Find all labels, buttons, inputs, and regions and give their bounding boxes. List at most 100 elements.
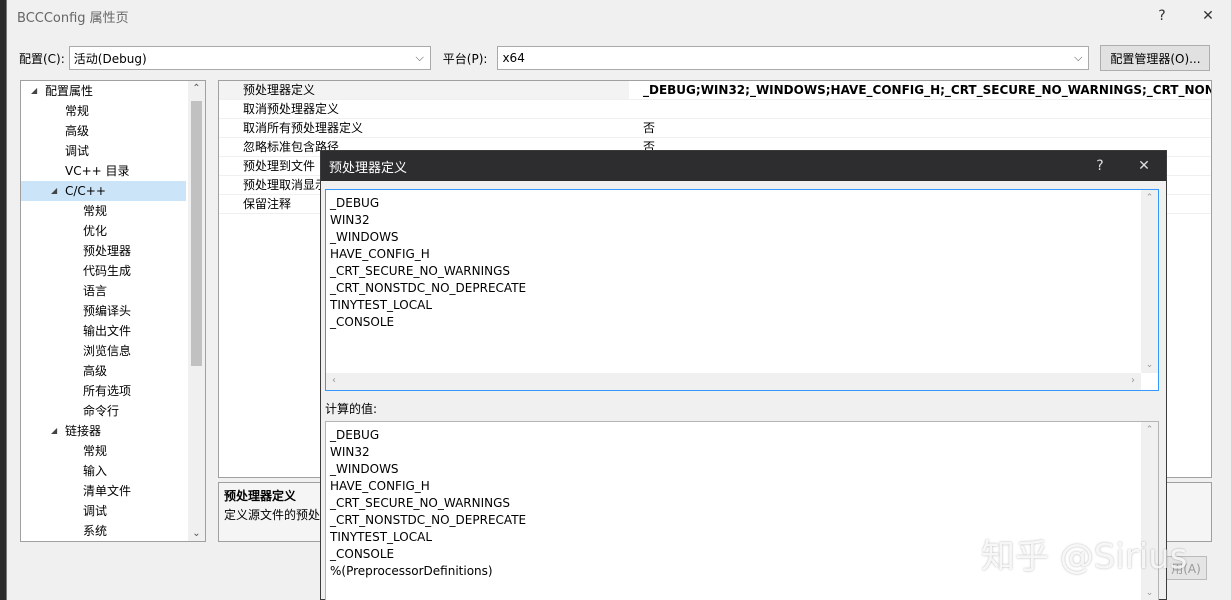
- preprocessor-dialog: 预处理器定义 ? ✕ _DEBUG WIN32 _WINDOWS HAVE_CONFI…: [320, 150, 1188, 600]
- scroll-right-icon[interactable]: ›: [1131, 375, 1135, 386]
- definition-line: WIN32: [330, 445, 370, 459]
- chevron-down-icon: ⌵: [415, 51, 424, 64]
- config-select[interactable]: 活动(Debug) ⌵: [68, 46, 431, 70]
- tree-item[interactable]: 所有选项: [21, 381, 205, 401]
- tree-item[interactable]: 调试: [21, 141, 205, 161]
- grid-row[interactable]: 取消预处理器定义: [219, 100, 1211, 119]
- tree-item[interactable]: ◢ C/C++: [21, 181, 186, 201]
- chevron-down-icon: ⌵: [1074, 51, 1083, 64]
- close-icon[interactable]: ✕: [1185, 8, 1231, 24]
- definition-line: _WINDOWS: [330, 230, 399, 244]
- tree-item-label: 常规: [83, 204, 108, 218]
- dialog-title: 预处理器定义: [329, 160, 408, 176]
- close-icon[interactable]: ✕: [1122, 158, 1166, 174]
- tree-item-label: 输出文件: [83, 324, 132, 338]
- grid-row-value: _DEBUG;WIN32;_WINDOWS;HAVE_CONFIG_H;_CRT…: [643, 83, 1211, 97]
- definition-line: _CRT_NONSTDC_NO_DEPRECATE: [330, 281, 527, 295]
- definition-line: WIN32: [330, 213, 370, 227]
- scroll-down-icon[interactable]: ⌄: [1141, 360, 1158, 370]
- scroll-down-icon[interactable]: ⌄: [188, 528, 205, 539]
- calculated-values-label: 计算的值:: [325, 402, 378, 416]
- tree-item[interactable]: 代码生成: [21, 261, 205, 281]
- scroll-up-icon[interactable]: ⌃: [188, 83, 205, 94]
- tree-item-label: 常规: [65, 104, 90, 118]
- config-row: 配置(C): 活动(Debug) ⌵ 平台(P): x64 ⌵ 配置管理器(O)…: [19, 45, 1219, 71]
- tree-item-label: 清单文件: [83, 484, 132, 498]
- tree-item-label: 输入: [83, 464, 108, 478]
- tree-item[interactable]: 高级: [21, 121, 205, 141]
- config-label: 配置(C):: [19, 51, 65, 66]
- grid-row[interactable]: 预处理器定义 _DEBUG;WIN32;_WINDOWS;HAVE_CONFIG_…: [219, 81, 1211, 100]
- tree-scrollbar[interactable]: ⌃ ⌄: [188, 81, 205, 541]
- platform-select-value: x64: [502, 51, 525, 65]
- tree-item-label: 调试: [83, 504, 108, 518]
- definition-line: HAVE_CONFIG_H: [330, 247, 430, 261]
- tree-item-label: C/C++: [65, 184, 106, 198]
- tree-item[interactable]: 输入: [21, 461, 205, 481]
- tree-item[interactable]: 常规: [21, 101, 205, 121]
- scroll-left-icon[interactable]: ‹: [332, 375, 336, 386]
- tree-item[interactable]: 高级: [21, 361, 205, 381]
- tree-item-label: 链接器: [65, 424, 102, 438]
- config-select-value: 活动(Debug): [73, 51, 147, 66]
- tree-item[interactable]: 优化: [21, 221, 205, 241]
- tree-item[interactable]: 预处理器: [21, 241, 205, 261]
- tree-item[interactable]: 系统: [21, 521, 205, 541]
- config-manager-button[interactable]: 配置管理器(O)...: [1100, 45, 1211, 71]
- scroll-up-icon[interactable]: ⌃: [1141, 425, 1158, 435]
- definition-line: _DEBUG: [330, 428, 380, 442]
- scroll-down-icon[interactable]: ⌄: [1141, 588, 1158, 598]
- expand-triangle-icon[interactable]: ◢: [51, 421, 57, 441]
- editor-vertical-scrollbar[interactable]: ⌃ ⌄: [1141, 190, 1158, 373]
- tree-item[interactable]: ◢ 链接器: [21, 421, 205, 441]
- expand-triangle-icon[interactable]: ◢: [51, 181, 57, 201]
- tree-item[interactable]: 调试: [21, 501, 205, 521]
- definition-line: _CONSOLE: [330, 315, 395, 329]
- tree-item-label: 调试: [65, 144, 90, 158]
- window-titlebar: BCCConfig 属性页 ? ✕: [7, 0, 1231, 32]
- tree-item[interactable]: 常规: [21, 201, 205, 221]
- tree-item[interactable]: 浏览信息: [21, 341, 205, 361]
- dialog-titlebar: 预处理器定义 ? ✕: [321, 151, 1166, 181]
- tree-item-label: 所有选项: [83, 384, 132, 398]
- tree-scroll-thumb[interactable]: [191, 101, 202, 366]
- definition-line: _CRT_NONSTDC_NO_DEPRECATE: [330, 513, 527, 527]
- tree-item[interactable]: ◢ 配置属性: [21, 81, 205, 101]
- tree-item-label: 浏览信息: [83, 344, 132, 358]
- tree-item-label: 语言: [83, 284, 108, 298]
- tree-item-label: 配置属性: [45, 84, 94, 98]
- tree-item[interactable]: VC++ 目录: [21, 161, 205, 181]
- definition-line: HAVE_CONFIG_H: [330, 479, 430, 493]
- grid-row-name: 取消预处理器定义: [243, 102, 340, 116]
- tree-item-label: 优化: [83, 224, 108, 238]
- tree-item-label: VC++ 目录: [65, 164, 130, 178]
- editor-horizontal-scrollbar[interactable]: ‹ ›: [326, 373, 1141, 390]
- watermark: 知乎 @Sirius: [981, 537, 1188, 577]
- definitions-editor[interactable]: _DEBUG WIN32 _WINDOWS HAVE_CONFIG_H _CRT_SEC…: [325, 189, 1159, 391]
- tree-item-label: 系统: [83, 524, 108, 538]
- tree-item-label: 预编译头: [83, 304, 132, 318]
- tree-item[interactable]: 输出文件: [21, 321, 205, 341]
- tree-item[interactable]: 命令行: [21, 401, 205, 421]
- tree-item-label: 预处理器: [83, 244, 132, 258]
- definition-line: _CRT_SECURE_NO_WARNINGS: [330, 496, 511, 510]
- tree-item-label: 高级: [83, 364, 108, 378]
- definition-line: _CRT_SECURE_NO_WARNINGS: [330, 264, 511, 278]
- help-icon[interactable]: ?: [1139, 8, 1185, 24]
- tree-item-label: 高级: [65, 124, 90, 138]
- platform-select[interactable]: x64 ⌵: [497, 46, 1090, 70]
- definition-line: TINYTEST_LOCAL: [330, 298, 433, 312]
- grid-row-name: 取消所有预处理器定义: [243, 121, 364, 135]
- tree-item[interactable]: 语言: [21, 281, 205, 301]
- scroll-up-icon[interactable]: ⌃: [1141, 193, 1158, 203]
- tree-item[interactable]: 常规: [21, 441, 205, 461]
- expand-triangle-icon[interactable]: ◢: [31, 81, 37, 101]
- tree-item[interactable]: 清单文件: [21, 481, 205, 501]
- tree-item[interactable]: 预编译头: [21, 301, 205, 321]
- grid-row-name: 预处理器定义: [219, 81, 629, 99]
- grid-row[interactable]: 取消所有预处理器定义 否: [219, 119, 1211, 138]
- tree-item-label: 代码生成: [83, 264, 132, 278]
- help-icon[interactable]: ?: [1078, 158, 1122, 174]
- definition-line: _DEBUG: [330, 196, 380, 210]
- platform-label: 平台(P):: [442, 51, 488, 66]
